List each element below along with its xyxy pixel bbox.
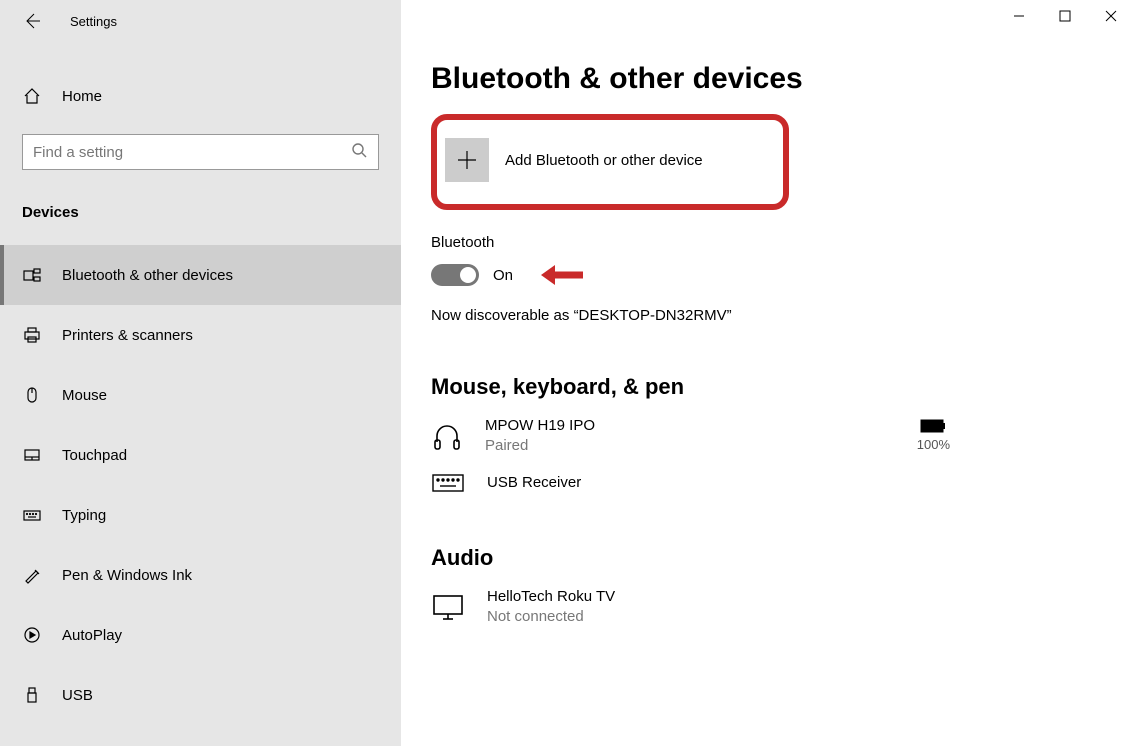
search-icon bbox=[351, 142, 367, 158]
device-status: Paired bbox=[485, 436, 595, 456]
home-label: Home bbox=[62, 88, 102, 105]
nav-label: Touchpad bbox=[62, 447, 127, 464]
bluetooth-toggle-row: On bbox=[431, 261, 1104, 289]
bluetooth-toggle[interactable] bbox=[431, 264, 479, 286]
plus-icon bbox=[445, 138, 489, 182]
section-mouse-header: Mouse, keyboard, & pen bbox=[431, 374, 1104, 400]
sidebar-item-printers[interactable]: Printers & scanners bbox=[0, 305, 401, 365]
sidebar-item-touchpad[interactable]: Touchpad bbox=[0, 425, 401, 485]
window-controls bbox=[996, 0, 1134, 32]
annotation-highlight: Add Bluetooth or other device bbox=[431, 114, 789, 210]
sidebar: Settings Home Devices Bluetooth & other … bbox=[0, 0, 401, 746]
autoplay-icon bbox=[22, 625, 42, 645]
add-device-button[interactable]: Add Bluetooth or other device bbox=[445, 138, 765, 182]
window-title: Settings bbox=[70, 14, 117, 29]
device-text: HelloTech Roku TV Not connected bbox=[487, 587, 615, 626]
nav-label: Bluetooth & other devices bbox=[62, 267, 233, 284]
close-button[interactable] bbox=[1088, 0, 1134, 32]
sidebar-item-bluetooth[interactable]: Bluetooth & other devices bbox=[0, 245, 401, 305]
printer-icon bbox=[22, 325, 42, 345]
annotation-arrow-icon bbox=[535, 261, 585, 289]
nav-list: Bluetooth & other devices Printers & sca… bbox=[0, 245, 401, 725]
discoverable-text: Now discoverable as “DESKTOP-DN32RMV” bbox=[431, 307, 1104, 324]
nav-label: Mouse bbox=[62, 387, 107, 404]
sidebar-item-autoplay[interactable]: AutoPlay bbox=[0, 605, 401, 665]
nav-group-header: Devices bbox=[0, 204, 401, 235]
touchpad-icon bbox=[22, 445, 42, 465]
maximize-button[interactable] bbox=[1042, 0, 1088, 32]
titlebar: Settings bbox=[0, 0, 401, 42]
sidebar-item-usb[interactable]: USB bbox=[0, 665, 401, 725]
nav-label: Pen & Windows Ink bbox=[62, 567, 192, 584]
search-field[interactable] bbox=[22, 134, 379, 170]
search-input[interactable] bbox=[22, 134, 379, 170]
battery-indicator: 100% bbox=[917, 419, 950, 452]
keyboard-icon bbox=[22, 505, 42, 525]
nav-label: AutoPlay bbox=[62, 627, 122, 644]
device-name: HelloTech Roku TV bbox=[487, 587, 615, 607]
sidebar-item-pen[interactable]: Pen & Windows Ink bbox=[0, 545, 401, 605]
devices-icon bbox=[22, 265, 42, 285]
nav-label: USB bbox=[62, 687, 93, 704]
page-title: Bluetooth & other devices bbox=[431, 62, 1104, 96]
device-status: Not connected bbox=[487, 607, 615, 627]
device-item[interactable]: MPOW H19 IPO Paired 100% bbox=[431, 416, 1104, 455]
monitor-icon bbox=[431, 593, 465, 621]
add-device-label: Add Bluetooth or other device bbox=[505, 152, 703, 169]
headphones-icon bbox=[431, 420, 463, 452]
usb-icon bbox=[22, 685, 42, 705]
home-link[interactable]: Home bbox=[0, 78, 401, 114]
nav-label: Typing bbox=[62, 507, 106, 524]
sidebar-item-mouse[interactable]: Mouse bbox=[0, 365, 401, 425]
device-name: USB Receiver bbox=[487, 473, 581, 493]
section-audio-header: Audio bbox=[431, 545, 1104, 571]
bluetooth-label: Bluetooth bbox=[431, 234, 1104, 251]
device-name: MPOW H19 IPO bbox=[485, 416, 595, 436]
nav-label: Printers & scanners bbox=[62, 327, 193, 344]
bluetooth-state: On bbox=[493, 267, 513, 284]
battery-percent: 100% bbox=[917, 437, 950, 452]
device-text: USB Receiver bbox=[487, 473, 581, 493]
device-item[interactable]: USB Receiver bbox=[431, 471, 1104, 495]
pen-icon bbox=[22, 565, 42, 585]
keyboard-icon bbox=[431, 471, 465, 495]
sidebar-item-typing[interactable]: Typing bbox=[0, 485, 401, 545]
device-item[interactable]: HelloTech Roku TV Not connected bbox=[431, 587, 1104, 626]
mouse-icon bbox=[22, 385, 42, 405]
back-icon[interactable] bbox=[22, 11, 42, 31]
device-text: MPOW H19 IPO Paired bbox=[485, 416, 595, 455]
home-icon bbox=[22, 86, 42, 106]
content-pane: Bluetooth & other devices Add Bluetooth … bbox=[401, 0, 1134, 746]
minimize-button[interactable] bbox=[996, 0, 1042, 32]
